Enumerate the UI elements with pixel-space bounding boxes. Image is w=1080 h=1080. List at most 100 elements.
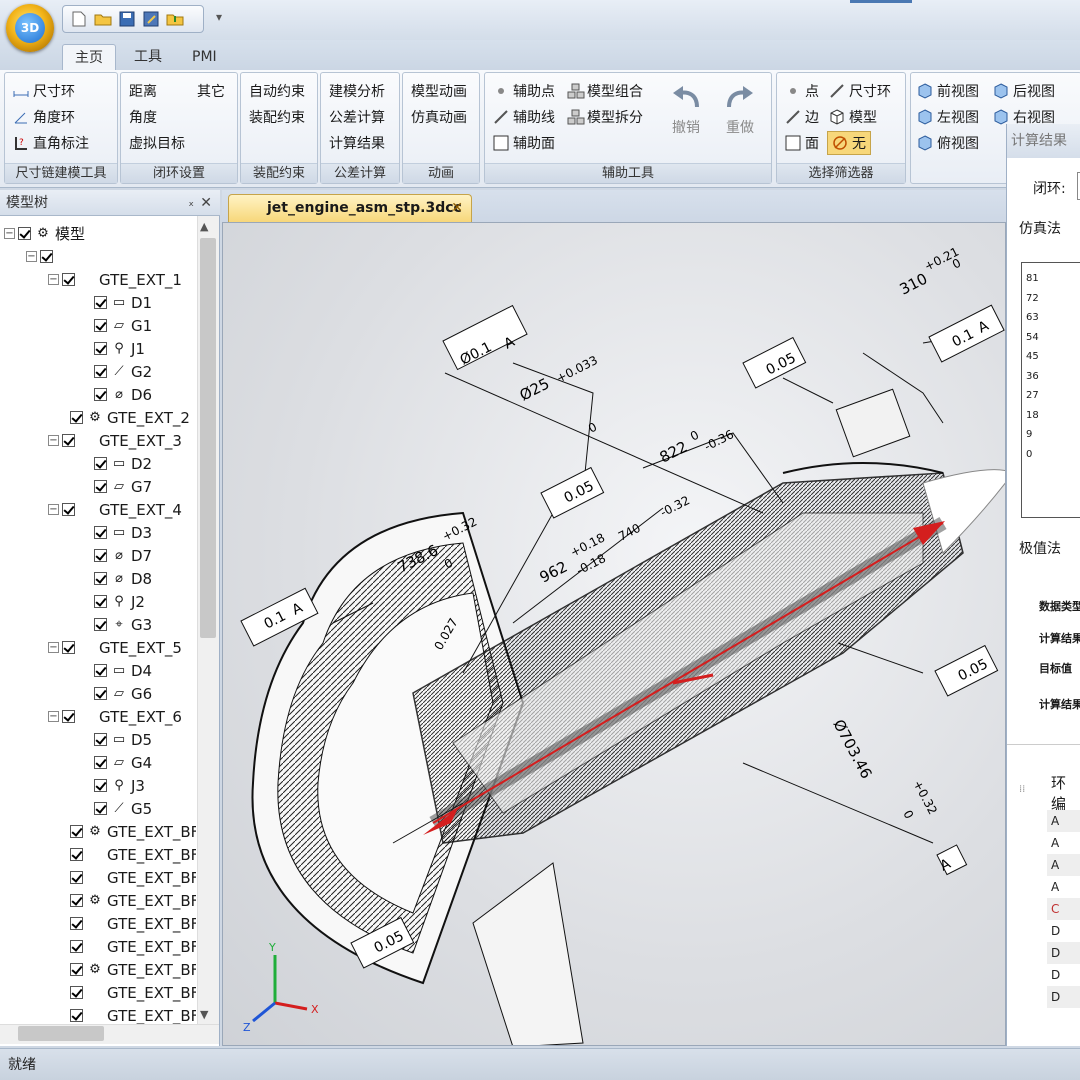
aux-plane-button[interactable]: 辅助面 bbox=[493, 133, 555, 153]
ring-list-item[interactable]: D bbox=[1047, 986, 1080, 1008]
angle-ring-button[interactable]: 角度环 bbox=[13, 107, 75, 127]
ring-list-item[interactable]: A bbox=[1047, 876, 1080, 898]
checkbox[interactable] bbox=[62, 503, 75, 516]
app-menu-button[interactable]: 3D bbox=[6, 4, 54, 52]
tab-pmi[interactable]: PMI bbox=[180, 44, 229, 70]
undo-button[interactable]: 撤销 bbox=[671, 85, 701, 137]
tree-node[interactable]: GTE_EXT_BF bbox=[70, 866, 196, 889]
tree-node[interactable]: ⚙ GTE_EXT_BF bbox=[70, 958, 196, 981]
tree-node[interactable]: GTE_EXT_BF bbox=[70, 843, 196, 866]
collapse-icon[interactable]: − bbox=[48, 274, 59, 285]
ring-list-item[interactable]: A bbox=[1047, 854, 1080, 876]
ring-list-item[interactable]: D bbox=[1047, 920, 1080, 942]
tree-node[interactable]: ⟋ G2 bbox=[94, 360, 152, 383]
tree-node[interactable]: − GTE_EXT_3 bbox=[48, 429, 182, 452]
tree-node[interactable]: ▭ D4 bbox=[94, 659, 152, 682]
checkbox[interactable] bbox=[94, 296, 107, 309]
filter-point[interactable]: 点 bbox=[785, 81, 819, 101]
save-as-icon[interactable] bbox=[141, 9, 161, 29]
collapse-icon[interactable]: − bbox=[48, 435, 59, 446]
left-view-button[interactable]: 左视图 bbox=[917, 107, 979, 127]
aux-point-button[interactable]: 辅助点 bbox=[493, 81, 555, 101]
tree-node[interactable]: ⟋ G5 bbox=[94, 797, 152, 820]
document-tab[interactable]: jet_engine_asm_stp.3dcc ✕ bbox=[228, 194, 472, 222]
model-combine-button[interactable]: 模型组合 bbox=[567, 81, 643, 101]
tree-node[interactable]: ⚲ J1 bbox=[94, 337, 145, 360]
tree-node[interactable]: ⚙ GTE_EXT_BF bbox=[70, 820, 196, 843]
tree-node[interactable]: ⌀ D7 bbox=[94, 544, 152, 567]
tree-node[interactable]: ▭ D5 bbox=[94, 728, 152, 751]
tree-node[interactable]: ▱ G7 bbox=[94, 475, 152, 498]
ring-list-item[interactable]: A bbox=[1047, 832, 1080, 854]
filter-dimension-ring[interactable]: 尺寸环 bbox=[829, 81, 891, 101]
filter-edge[interactable]: 边 bbox=[785, 107, 819, 127]
drag-grip-icon[interactable]: ⁞⁞ bbox=[1019, 784, 1025, 795]
collapse-icon[interactable]: − bbox=[26, 251, 37, 262]
checkbox[interactable] bbox=[94, 480, 107, 493]
pin-icon[interactable]: ₓ bbox=[188, 190, 194, 216]
tree-node[interactable]: ⌀ D6 bbox=[94, 383, 152, 406]
tree-node[interactable]: ⌖ G3 bbox=[94, 613, 152, 636]
model-animation-button[interactable]: 模型动画 bbox=[411, 81, 467, 101]
tree-node[interactable]: GTE_EXT_BF bbox=[70, 912, 196, 935]
import-icon[interactable] bbox=[165, 9, 185, 29]
distance-button[interactable]: 距离 bbox=[129, 81, 157, 101]
checkbox[interactable] bbox=[70, 871, 83, 884]
auto-constraint-button[interactable]: 自动约束 bbox=[249, 81, 305, 101]
checkbox[interactable] bbox=[70, 411, 83, 424]
collapse-icon[interactable]: − bbox=[4, 228, 15, 239]
tree-node[interactable]: ▭ D3 bbox=[94, 521, 152, 544]
model-split-button[interactable]: 模型拆分 bbox=[567, 107, 643, 127]
checkbox[interactable] bbox=[94, 526, 107, 539]
checkbox[interactable] bbox=[70, 825, 83, 838]
checkbox[interactable] bbox=[70, 1009, 83, 1022]
scroll-up-icon[interactable]: ▲ bbox=[200, 220, 208, 233]
tree-node[interactable]: − GTE_EXT_1 bbox=[48, 268, 182, 291]
tree-node[interactable]: ▱ G6 bbox=[94, 682, 152, 705]
checkbox[interactable] bbox=[94, 618, 107, 631]
ring-list-item[interactable]: A bbox=[1047, 810, 1080, 832]
tree-node[interactable]: ⚙ GTE_EXT_BF bbox=[70, 889, 196, 912]
checkbox[interactable] bbox=[94, 733, 107, 746]
ring-list-item[interactable]: D bbox=[1047, 942, 1080, 964]
redo-button[interactable]: 重做 bbox=[725, 85, 755, 137]
checkbox[interactable] bbox=[70, 848, 83, 861]
tree-node[interactable]: − GTE_EXT_5 bbox=[48, 636, 182, 659]
close-icon[interactable]: ✕ bbox=[200, 190, 212, 216]
tree-node-root[interactable]: − ⚙ 模型 bbox=[4, 222, 85, 245]
tree-node[interactable]: − GTE_EXT_6 bbox=[48, 705, 182, 728]
back-view-button[interactable]: 后视图 bbox=[993, 81, 1055, 101]
tree-node[interactable]: GTE_EXT_BF bbox=[70, 1004, 196, 1024]
tab-home[interactable]: 主页 bbox=[62, 44, 116, 70]
tree-node[interactable]: ▱ G4 bbox=[94, 751, 152, 774]
top-view-button[interactable]: 俯视图 bbox=[917, 133, 979, 153]
scroll-down-icon[interactable]: ▼ bbox=[200, 1008, 208, 1021]
ring-list-item[interactable]: C bbox=[1047, 898, 1080, 920]
tree-node[interactable]: ▭ D1 bbox=[94, 291, 152, 314]
checkbox[interactable] bbox=[40, 250, 53, 263]
checkbox[interactable] bbox=[70, 963, 83, 976]
tree-node-sub-root[interactable]: − bbox=[26, 245, 53, 268]
checkbox[interactable] bbox=[94, 549, 107, 562]
angle-button[interactable]: 角度 bbox=[129, 107, 157, 127]
checkbox[interactable] bbox=[62, 273, 75, 286]
tree-hscroll-thumb[interactable] bbox=[18, 1026, 104, 1041]
checkbox[interactable] bbox=[94, 572, 107, 585]
checkbox[interactable] bbox=[94, 802, 107, 815]
filter-face[interactable]: 面 bbox=[785, 133, 819, 153]
calc-result-button[interactable]: 计算结果 bbox=[329, 133, 385, 153]
checkbox[interactable] bbox=[18, 227, 31, 240]
checkbox[interactable] bbox=[70, 940, 83, 953]
3d-viewport[interactable]: Ø0.1 A Ø25 +0.033 0 822 0 -0.36 310 +0.2… bbox=[222, 222, 1006, 1046]
checkbox[interactable] bbox=[94, 687, 107, 700]
checkbox[interactable] bbox=[94, 756, 107, 769]
tree-node[interactable]: ⚙ GTE_EXT_2 bbox=[70, 406, 190, 429]
checkbox[interactable] bbox=[94, 664, 107, 677]
tree-node[interactable]: GTE_EXT_BF bbox=[70, 981, 196, 1004]
collapse-icon[interactable]: − bbox=[48, 642, 59, 653]
filter-model[interactable]: 模型 bbox=[829, 107, 877, 127]
collapse-icon[interactable]: − bbox=[48, 504, 59, 515]
tree-node[interactable]: − GTE_EXT_4 bbox=[48, 498, 182, 521]
qat-dropdown-icon[interactable]: ▾ bbox=[216, 10, 222, 24]
checkbox[interactable] bbox=[94, 779, 107, 792]
